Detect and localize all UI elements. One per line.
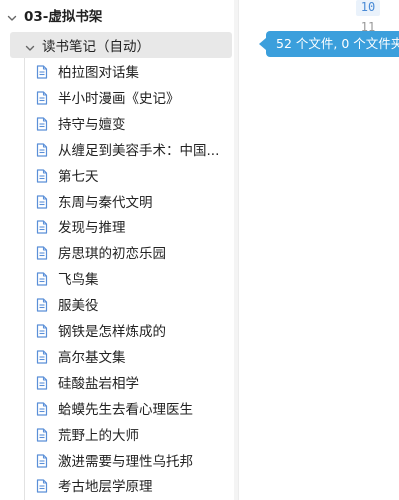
chevron-down-icon[interactable] (6, 9, 18, 21)
file-document-icon (36, 453, 48, 468)
file-document-icon (36, 297, 48, 312)
tree-folder-label: 读书笔记（自动） (42, 39, 150, 55)
file-item[interactable]: 柏拉图对话集 (36, 58, 232, 84)
panel-divider[interactable] (238, 0, 239, 500)
tree-indent-guide (24, 58, 25, 500)
file-document-icon (36, 142, 48, 157)
file-document-icon (36, 194, 48, 209)
file-item[interactable]: 硅酸盐岩相学 (36, 369, 232, 395)
file-item-label: 考古地层学原理 (58, 479, 153, 496)
file-item-label: 荒野上的大师 (58, 427, 139, 444)
file-item[interactable]: 服美役 (36, 291, 232, 317)
file-item[interactable]: 东周与秦代文明 (36, 188, 232, 214)
file-item-label: 高尔基文集 (58, 349, 126, 366)
tree-folder-reading-notes[interactable]: 读书笔记（自动） (10, 32, 232, 58)
file-item[interactable]: 蛤蟆先生去看心理医生 (36, 395, 232, 421)
file-item-label: 持守与嬗变 (58, 116, 126, 133)
file-item[interactable]: 高尔基文集 (36, 343, 232, 369)
chevron-down-icon[interactable] (24, 39, 36, 51)
file-item-label: 钢铁是怎样炼成的 (58, 324, 166, 340)
file-document-icon (36, 375, 48, 390)
file-item-label: 蛤蟆先生去看心理医生 (58, 401, 193, 418)
app-window: 03-虚拟书架 读书笔记（自动） 柏拉图对话集半小时漫画《史记》 持守与嬗变从缠足… (0, 0, 399, 500)
file-item[interactable]: 房思琪的初恋乐园 (36, 239, 232, 265)
file-document-icon (36, 168, 48, 183)
file-item-label: 第七天 (58, 168, 99, 185)
file-document-icon (36, 349, 48, 364)
file-item-label: 激进需要与理性乌托邦 (58, 453, 193, 470)
file-item[interactable]: 半小时漫画《史记》 (36, 84, 232, 110)
file-item[interactable]: 钢铁是怎样炼成的 (36, 317, 232, 343)
file-item-label: 硅酸盐岩相学 (58, 375, 139, 392)
file-item[interactable]: 发现与推理 (36, 213, 232, 239)
file-document-icon (36, 64, 48, 79)
file-document-icon (36, 478, 48, 493)
tree-root-folder[interactable]: 03-虚拟书架 (6, 2, 232, 28)
file-item-label: 飞鸟集 (58, 272, 99, 289)
file-item[interactable]: 荒野上的大师 (36, 421, 232, 447)
file-document-icon (36, 245, 48, 260)
file-item-label: 发现与推理 (58, 220, 126, 237)
file-document-icon (36, 427, 48, 442)
file-document-icon (36, 116, 48, 131)
file-document-icon (36, 219, 48, 234)
line-number: 10 (356, 0, 380, 16)
file-explorer: 03-虚拟书架 读书笔记（自动） 柏拉图对话集半小时漫画《史记》 持守与嬗变从缠足… (0, 0, 232, 500)
file-item[interactable]: 激进需要与理性乌托邦 (36, 447, 232, 473)
file-item[interactable]: 飞鸟集 (36, 265, 232, 291)
file-item-label: 从缠足到美容手术：中国... (58, 142, 220, 159)
file-item-label: 半小时漫画《史记》 (58, 90, 180, 107)
tooltip-arrow (259, 38, 266, 50)
file-item[interactable]: 持守与嬗变 (36, 110, 232, 136)
tree-root-label: 03-虚拟书架 (24, 9, 103, 25)
file-document-icon (36, 90, 48, 105)
file-item[interactable]: 第七天 (36, 162, 232, 188)
file-document-icon (36, 323, 48, 338)
file-item-label: 柏拉图对话集 (58, 65, 139, 81)
file-document-icon (36, 401, 48, 416)
file-document-icon (36, 271, 48, 286)
folder-count-tooltip: 52 个文件, 0 个文件夹 (266, 31, 399, 57)
file-item-label: 服美役 (58, 298, 99, 315)
file-item[interactable]: 考古地层学原理 (36, 472, 232, 498)
file-item[interactable]: 从缠足到美容手术：中国... (36, 136, 232, 162)
file-item-label: 房思琪的初恋乐园 (58, 246, 166, 263)
file-item-label: 东周与秦代文明 (58, 194, 153, 211)
